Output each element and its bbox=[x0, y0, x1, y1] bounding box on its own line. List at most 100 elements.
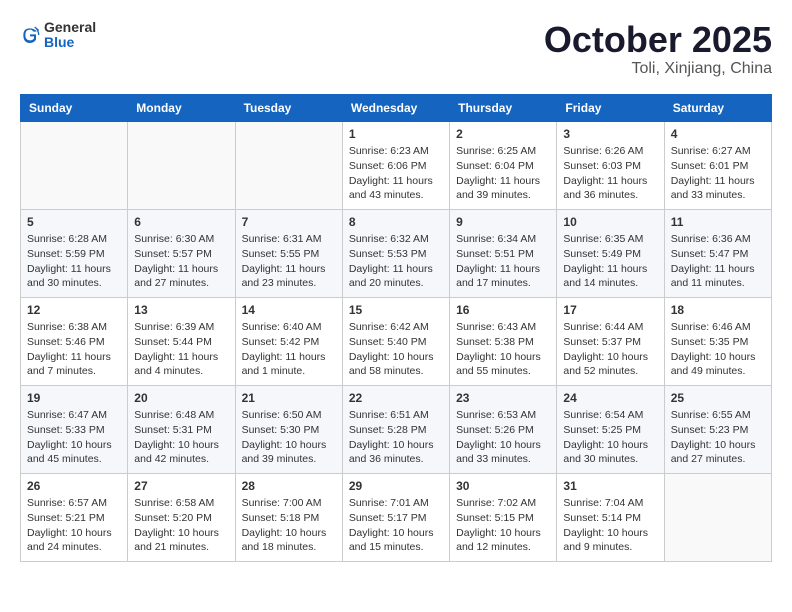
calendar-table: SundayMondayTuesdayWednesdayThursdayFrid… bbox=[20, 94, 772, 562]
calendar-cell: 29Sunrise: 7:01 AM Sunset: 5:17 PM Dayli… bbox=[342, 473, 449, 561]
calendar-cell: 22Sunrise: 6:51 AM Sunset: 5:28 PM Dayli… bbox=[342, 385, 449, 473]
calendar-cell: 1Sunrise: 6:23 AM Sunset: 6:06 PM Daylig… bbox=[342, 121, 449, 209]
calendar-cell: 15Sunrise: 6:42 AM Sunset: 5:40 PM Dayli… bbox=[342, 297, 449, 385]
day-number: 9 bbox=[456, 214, 550, 231]
day-number: 23 bbox=[456, 390, 550, 407]
cell-info: Sunrise: 6:34 AM Sunset: 5:51 PM Dayligh… bbox=[456, 232, 550, 291]
day-number: 13 bbox=[134, 302, 228, 319]
cell-info: Sunrise: 6:47 AM Sunset: 5:33 PM Dayligh… bbox=[27, 408, 121, 467]
day-number: 21 bbox=[242, 390, 336, 407]
calendar-cell: 3Sunrise: 6:26 AM Sunset: 6:03 PM Daylig… bbox=[557, 121, 664, 209]
calendar-cell: 4Sunrise: 6:27 AM Sunset: 6:01 PM Daylig… bbox=[664, 121, 771, 209]
day-number: 18 bbox=[671, 302, 765, 319]
day-number: 1 bbox=[349, 126, 443, 143]
weekday-header: Sunday bbox=[21, 94, 128, 121]
calendar-cell: 5Sunrise: 6:28 AM Sunset: 5:59 PM Daylig… bbox=[21, 209, 128, 297]
cell-info: Sunrise: 6:53 AM Sunset: 5:26 PM Dayligh… bbox=[456, 408, 550, 467]
cell-info: Sunrise: 6:38 AM Sunset: 5:46 PM Dayligh… bbox=[27, 320, 121, 379]
logo-line1: General bbox=[44, 20, 96, 35]
calendar-week-row: 12Sunrise: 6:38 AM Sunset: 5:46 PM Dayli… bbox=[21, 297, 772, 385]
calendar-week-row: 19Sunrise: 6:47 AM Sunset: 5:33 PM Dayli… bbox=[21, 385, 772, 473]
cell-info: Sunrise: 6:30 AM Sunset: 5:57 PM Dayligh… bbox=[134, 232, 228, 291]
calendar-cell: 27Sunrise: 6:58 AM Sunset: 5:20 PM Dayli… bbox=[128, 473, 235, 561]
logo-icon bbox=[20, 25, 40, 45]
weekday-header: Thursday bbox=[450, 94, 557, 121]
calendar-cell: 2Sunrise: 6:25 AM Sunset: 6:04 PM Daylig… bbox=[450, 121, 557, 209]
day-number: 17 bbox=[563, 302, 657, 319]
calendar-cell: 19Sunrise: 6:47 AM Sunset: 5:33 PM Dayli… bbox=[21, 385, 128, 473]
calendar-body: 1Sunrise: 6:23 AM Sunset: 6:06 PM Daylig… bbox=[21, 121, 772, 561]
cell-info: Sunrise: 7:00 AM Sunset: 5:18 PM Dayligh… bbox=[242, 496, 336, 555]
title-block: October 2025 Toli, Xinjiang, China bbox=[544, 20, 772, 78]
weekday-header: Tuesday bbox=[235, 94, 342, 121]
cell-info: Sunrise: 6:28 AM Sunset: 5:59 PM Dayligh… bbox=[27, 232, 121, 291]
logo-text: General Blue bbox=[44, 20, 96, 51]
logo-line2: Blue bbox=[44, 35, 96, 50]
calendar-cell: 25Sunrise: 6:55 AM Sunset: 5:23 PM Dayli… bbox=[664, 385, 771, 473]
weekday-header: Monday bbox=[128, 94, 235, 121]
day-number: 29 bbox=[349, 478, 443, 495]
day-number: 15 bbox=[349, 302, 443, 319]
calendar-cell: 11Sunrise: 6:36 AM Sunset: 5:47 PM Dayli… bbox=[664, 209, 771, 297]
day-number: 7 bbox=[242, 214, 336, 231]
cell-info: Sunrise: 6:25 AM Sunset: 6:04 PM Dayligh… bbox=[456, 144, 550, 203]
cell-info: Sunrise: 6:27 AM Sunset: 6:01 PM Dayligh… bbox=[671, 144, 765, 203]
calendar-cell: 28Sunrise: 7:00 AM Sunset: 5:18 PM Dayli… bbox=[235, 473, 342, 561]
cell-info: Sunrise: 6:31 AM Sunset: 5:55 PM Dayligh… bbox=[242, 232, 336, 291]
cell-info: Sunrise: 6:48 AM Sunset: 5:31 PM Dayligh… bbox=[134, 408, 228, 467]
cell-info: Sunrise: 7:04 AM Sunset: 5:14 PM Dayligh… bbox=[563, 496, 657, 555]
calendar-cell: 23Sunrise: 6:53 AM Sunset: 5:26 PM Dayli… bbox=[450, 385, 557, 473]
calendar-cell: 12Sunrise: 6:38 AM Sunset: 5:46 PM Dayli… bbox=[21, 297, 128, 385]
calendar-cell: 30Sunrise: 7:02 AM Sunset: 5:15 PM Dayli… bbox=[450, 473, 557, 561]
day-number: 24 bbox=[563, 390, 657, 407]
weekday-header: Saturday bbox=[664, 94, 771, 121]
day-number: 12 bbox=[27, 302, 121, 319]
calendar-cell: 14Sunrise: 6:40 AM Sunset: 5:42 PM Dayli… bbox=[235, 297, 342, 385]
calendar-cell: 24Sunrise: 6:54 AM Sunset: 5:25 PM Dayli… bbox=[557, 385, 664, 473]
cell-info: Sunrise: 6:57 AM Sunset: 5:21 PM Dayligh… bbox=[27, 496, 121, 555]
day-number: 16 bbox=[456, 302, 550, 319]
day-number: 19 bbox=[27, 390, 121, 407]
day-number: 5 bbox=[27, 214, 121, 231]
calendar-cell: 18Sunrise: 6:46 AM Sunset: 5:35 PM Dayli… bbox=[664, 297, 771, 385]
calendar-week-row: 1Sunrise: 6:23 AM Sunset: 6:06 PM Daylig… bbox=[21, 121, 772, 209]
day-number: 11 bbox=[671, 214, 765, 231]
cell-info: Sunrise: 6:55 AM Sunset: 5:23 PM Dayligh… bbox=[671, 408, 765, 467]
calendar-cell: 16Sunrise: 6:43 AM Sunset: 5:38 PM Dayli… bbox=[450, 297, 557, 385]
day-number: 22 bbox=[349, 390, 443, 407]
calendar-cell: 21Sunrise: 6:50 AM Sunset: 5:30 PM Dayli… bbox=[235, 385, 342, 473]
calendar-cell: 7Sunrise: 6:31 AM Sunset: 5:55 PM Daylig… bbox=[235, 209, 342, 297]
calendar-header: SundayMondayTuesdayWednesdayThursdayFrid… bbox=[21, 94, 772, 121]
cell-info: Sunrise: 6:43 AM Sunset: 5:38 PM Dayligh… bbox=[456, 320, 550, 379]
day-number: 20 bbox=[134, 390, 228, 407]
day-number: 2 bbox=[456, 126, 550, 143]
calendar-week-row: 5Sunrise: 6:28 AM Sunset: 5:59 PM Daylig… bbox=[21, 209, 772, 297]
cell-info: Sunrise: 6:35 AM Sunset: 5:49 PM Dayligh… bbox=[563, 232, 657, 291]
calendar-cell: 13Sunrise: 6:39 AM Sunset: 5:44 PM Dayli… bbox=[128, 297, 235, 385]
calendar-cell: 20Sunrise: 6:48 AM Sunset: 5:31 PM Dayli… bbox=[128, 385, 235, 473]
weekday-row: SundayMondayTuesdayWednesdayThursdayFrid… bbox=[21, 94, 772, 121]
month-title: October 2025 bbox=[544, 20, 772, 60]
day-number: 4 bbox=[671, 126, 765, 143]
calendar-cell: 10Sunrise: 6:35 AM Sunset: 5:49 PM Dayli… bbox=[557, 209, 664, 297]
day-number: 27 bbox=[134, 478, 228, 495]
cell-info: Sunrise: 6:54 AM Sunset: 5:25 PM Dayligh… bbox=[563, 408, 657, 467]
cell-info: Sunrise: 6:44 AM Sunset: 5:37 PM Dayligh… bbox=[563, 320, 657, 379]
cell-info: Sunrise: 6:42 AM Sunset: 5:40 PM Dayligh… bbox=[349, 320, 443, 379]
weekday-header: Wednesday bbox=[342, 94, 449, 121]
cell-info: Sunrise: 6:32 AM Sunset: 5:53 PM Dayligh… bbox=[349, 232, 443, 291]
calendar-cell: 31Sunrise: 7:04 AM Sunset: 5:14 PM Dayli… bbox=[557, 473, 664, 561]
calendar-cell: 26Sunrise: 6:57 AM Sunset: 5:21 PM Dayli… bbox=[21, 473, 128, 561]
location: Toli, Xinjiang, China bbox=[544, 60, 772, 78]
day-number: 10 bbox=[563, 214, 657, 231]
day-number: 6 bbox=[134, 214, 228, 231]
cell-info: Sunrise: 6:26 AM Sunset: 6:03 PM Dayligh… bbox=[563, 144, 657, 203]
cell-info: Sunrise: 6:40 AM Sunset: 5:42 PM Dayligh… bbox=[242, 320, 336, 379]
calendar-cell bbox=[235, 121, 342, 209]
day-number: 26 bbox=[27, 478, 121, 495]
calendar-cell: 9Sunrise: 6:34 AM Sunset: 5:51 PM Daylig… bbox=[450, 209, 557, 297]
cell-info: Sunrise: 7:02 AM Sunset: 5:15 PM Dayligh… bbox=[456, 496, 550, 555]
cell-info: Sunrise: 6:36 AM Sunset: 5:47 PM Dayligh… bbox=[671, 232, 765, 291]
calendar-cell: 6Sunrise: 6:30 AM Sunset: 5:57 PM Daylig… bbox=[128, 209, 235, 297]
day-number: 25 bbox=[671, 390, 765, 407]
